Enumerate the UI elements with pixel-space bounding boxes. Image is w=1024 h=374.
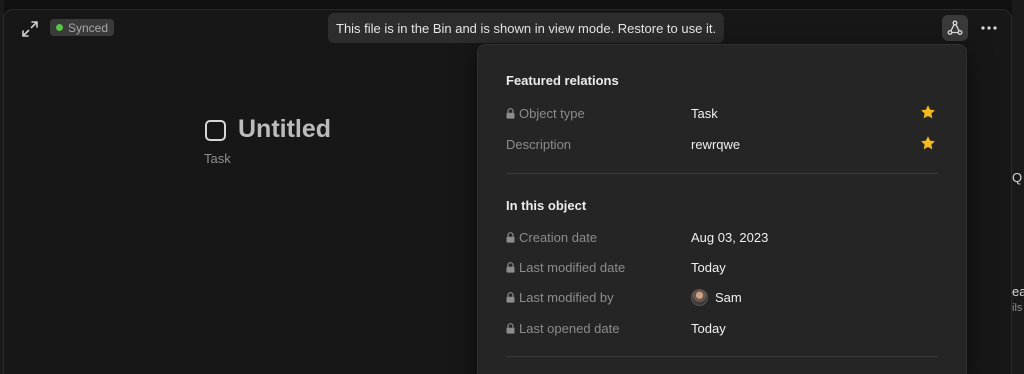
synced-dot-icon bbox=[56, 24, 63, 31]
background-fragment: ils bbox=[1012, 302, 1023, 314]
relation-name-label: Last modified by bbox=[519, 289, 614, 305]
object-title[interactable]: Untitled bbox=[238, 115, 331, 144]
sync-status-label: Synced bbox=[68, 20, 109, 35]
relation-name-label: Description bbox=[506, 136, 572, 152]
relation-row-description[interactable]: Description rewrqwe bbox=[506, 132, 938, 156]
relation-value: Today bbox=[691, 320, 726, 336]
bin-notice-banner: This file is in the Bin and is shown in … bbox=[328, 13, 725, 43]
lock-icon bbox=[506, 291, 515, 303]
featured-relations-title: Featured relations bbox=[506, 73, 619, 88]
lock-icon bbox=[506, 261, 515, 273]
more-dots-icon bbox=[981, 26, 997, 30]
relation-name: Object type bbox=[506, 101, 585, 125]
expand-icon[interactable] bbox=[21, 20, 39, 38]
relation-value[interactable]: Task bbox=[691, 101, 718, 125]
relation-name: Last opened date bbox=[506, 316, 619, 340]
relation-row-creation-date[interactable]: Creation date Aug 03, 2023 bbox=[506, 225, 938, 249]
background-fragment: Q bbox=[1012, 170, 1023, 185]
relation-name: Last modified by bbox=[506, 285, 614, 309]
relation-value[interactable]: rewrqwe bbox=[691, 132, 740, 156]
featured-star-icon[interactable] bbox=[920, 135, 936, 151]
relation-value[interactable]: Sam bbox=[691, 285, 742, 309]
relation-name-label: Creation date bbox=[519, 229, 598, 245]
relation-name-label: Last opened date bbox=[519, 320, 620, 336]
featured-star-icon[interactable] bbox=[920, 104, 936, 120]
lock-icon bbox=[506, 107, 515, 119]
lock-icon bbox=[506, 322, 515, 334]
relation-value: Today bbox=[691, 259, 726, 275]
sync-status-badge[interactable]: Synced bbox=[50, 19, 115, 36]
relations-graph-icon bbox=[947, 20, 963, 35]
object-type-label: Task bbox=[204, 151, 231, 166]
background-top-strip bbox=[0, 0, 1024, 8]
relation-name-label: Object type bbox=[519, 105, 585, 121]
background-right-strip: Q ea ils bbox=[1012, 0, 1024, 374]
background-fragment: ea bbox=[1012, 284, 1024, 299]
relation-row-object-type[interactable]: Object type Task bbox=[506, 101, 938, 125]
relations-popup: Featured relations Object type Task Desc… bbox=[477, 44, 967, 374]
relations-button[interactable] bbox=[942, 15, 968, 41]
relation-row-last-opened-date[interactable]: Last opened date Today bbox=[506, 316, 938, 340]
section-divider bbox=[506, 173, 938, 174]
more-options-button[interactable] bbox=[976, 15, 1002, 41]
task-checkbox[interactable] bbox=[205, 120, 226, 141]
relation-name: Last modified date bbox=[506, 255, 625, 279]
in-this-object-title: In this object bbox=[506, 198, 587, 213]
relation-name: Creation date bbox=[506, 225, 597, 249]
relation-name: Description bbox=[506, 132, 571, 156]
relation-name-label: Last modified date bbox=[519, 259, 626, 275]
app-root: Q ea ils Synced This file is in the Bin … bbox=[0, 0, 1024, 374]
avatar bbox=[691, 288, 708, 306]
section-divider bbox=[506, 356, 938, 357]
relation-row-last-modified-date[interactable]: Last modified date Today bbox=[506, 255, 938, 279]
relation-row-last-modified-by[interactable]: Last modified by Sam bbox=[506, 285, 938, 309]
bin-notice-text: This file is in the Bin and is shown in … bbox=[336, 20, 717, 36]
relation-value: Aug 03, 2023 bbox=[691, 229, 769, 245]
lock-icon bbox=[506, 231, 515, 243]
user-name: Sam bbox=[715, 289, 742, 305]
